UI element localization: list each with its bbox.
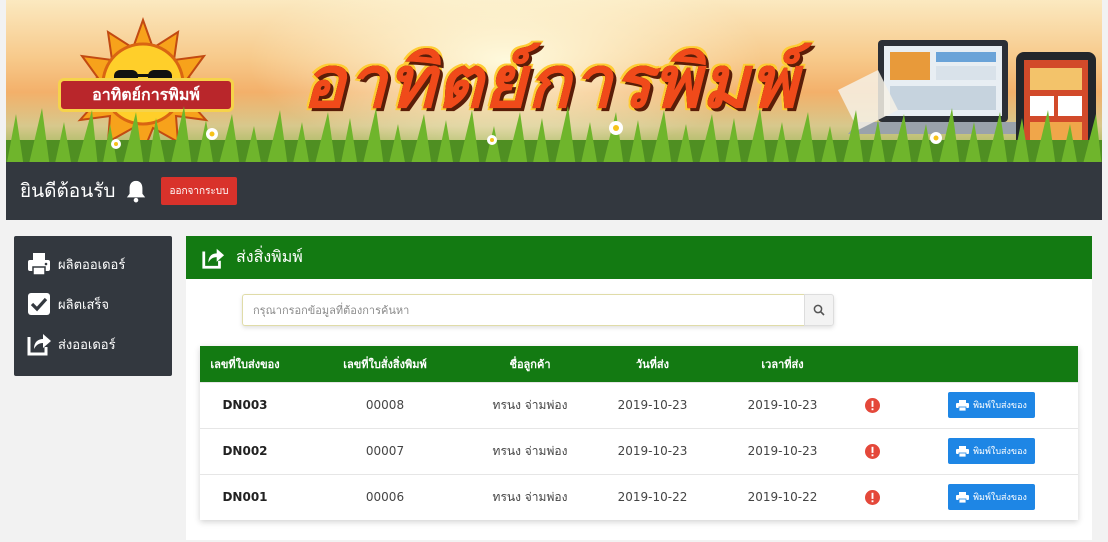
- date-cell: 2019-10-23: [617, 398, 688, 412]
- time-cell: 2019-10-23: [747, 398, 818, 412]
- checkbox-icon: [28, 293, 50, 315]
- delivery-no-cell: DN001: [222, 490, 268, 505]
- grass-decoration: [6, 106, 1102, 168]
- bell-icon[interactable]: [125, 179, 147, 203]
- share-icon: [202, 248, 225, 269]
- header-banner: อาทิตย์การพิมพ์ อาทิตย์การพิมพ์: [6, 0, 1102, 168]
- delivery-no-cell: DN003: [222, 398, 268, 412]
- print-icon: [956, 399, 970, 411]
- logout-button[interactable]: ออกจากระบบ: [161, 177, 237, 205]
- info-cell: [840, 382, 905, 428]
- action-cell: พิมพ์ใบส่งของ: [905, 474, 1078, 520]
- customer-cell: ทรนง จ่ามพ่อง: [492, 397, 568, 412]
- table-row: DN001 00006 ทรนง จ่ามพ่อง 2019-10-22 201…: [200, 474, 1078, 520]
- sidebar-item-send-order[interactable]: ส่งออเดอร์: [14, 324, 172, 364]
- customer-cell: ทรนง จ่ามพ่อง: [492, 489, 568, 504]
- search-input[interactable]: [242, 294, 804, 326]
- sidebar-item-label: ผลิตเสร็จ: [58, 297, 110, 313]
- info-cell: [840, 474, 905, 520]
- time-cell: 2019-10-22: [747, 490, 818, 505]
- customer-cell: ทรนง จ่ามพ่อง: [492, 443, 568, 458]
- search-bar: [242, 294, 834, 326]
- delivery-table: เลขที่ใบส่งของ เลขที่ใบสั่งสิ่งพิมพ์ ชื่…: [200, 346, 1078, 520]
- table-row: DN002 00007 ทรนง จ่ามพ่อง 2019-10-23 201…: [200, 428, 1078, 474]
- top-bar: ยินดีต้อนรับ ออกจากระบบ: [6, 162, 1102, 220]
- order-no-cell: 00006: [365, 490, 405, 505]
- print-button-label: พิมพ์ใบส่งของ: [973, 447, 1027, 457]
- sidebar-item-label: ผลิตออเดอร์: [58, 257, 126, 273]
- search-icon: [813, 304, 825, 316]
- column-header: วันที่ส่ง: [635, 357, 670, 371]
- sidebar-item-produce-order[interactable]: ผลิตออเดอร์: [14, 244, 172, 284]
- column-header: เลขที่ใบสั่งสิ่งพิมพ์: [343, 357, 427, 371]
- column-header: เลขที่ใบส่งของ: [210, 357, 280, 371]
- column-header: เวลาที่ส่ง: [761, 357, 804, 371]
- print-button-label: พิมพ์ใบส่งของ: [973, 401, 1027, 411]
- print-delivery-button[interactable]: พิมพ์ใบส่งของ: [948, 438, 1035, 464]
- sidebar-item-label: ส่งออเดอร์: [58, 337, 116, 353]
- info-icon[interactable]: [865, 489, 880, 505]
- panel-title: ส่งสิ่งพิมพ์: [236, 247, 303, 266]
- share-icon: [27, 334, 51, 356]
- print-icon: [956, 491, 970, 503]
- welcome-text: ยินดีต้อนรับ: [20, 180, 116, 202]
- search-button[interactable]: [804, 294, 834, 326]
- info-icon[interactable]: [865, 397, 880, 413]
- table-header-row: เลขที่ใบส่งของ เลขที่ใบสั่งสิ่งพิมพ์ ชื่…: [200, 346, 1078, 382]
- time-cell: 2019-10-23: [747, 444, 818, 458]
- print-delivery-button[interactable]: พิมพ์ใบส่งของ: [948, 392, 1035, 418]
- delivery-no-cell: DN002: [222, 444, 268, 458]
- column-header-empty: [905, 346, 1078, 382]
- info-icon[interactable]: [865, 443, 880, 459]
- column-header-empty: [840, 346, 905, 382]
- date-cell: 2019-10-22: [617, 490, 688, 505]
- sidebar: ผลิตออเดอร์ ผลิตเสร็จ ส่งออเดอร์: [14, 236, 172, 376]
- print-button-label: พิมพ์ใบส่งของ: [973, 493, 1027, 504]
- printer-icon: [28, 253, 50, 276]
- order-no-cell: 00007: [365, 444, 405, 458]
- info-cell: [840, 428, 905, 474]
- action-cell: พิมพ์ใบส่งของ: [905, 382, 1078, 428]
- sidebar-item-produced[interactable]: ผลิตเสร็จ: [14, 284, 172, 324]
- order-no-cell: 00008: [365, 398, 405, 412]
- main-panel: ส่งสิ่งพิมพ์ เลขที่ใบส่งของ เลขที่ใบสั่ง…: [186, 236, 1092, 540]
- print-delivery-button[interactable]: พิมพ์ใบส่งของ: [948, 484, 1035, 511]
- date-cell: 2019-10-23: [617, 444, 688, 458]
- column-header: ชื่อลูกค้า: [509, 357, 551, 371]
- action-cell: พิมพ์ใบส่งของ: [905, 428, 1078, 474]
- print-icon: [956, 445, 970, 457]
- table-row: DN003 00008 ทรนง จ่ามพ่อง 2019-10-23 201…: [200, 382, 1078, 428]
- panel-header: ส่งสิ่งพิมพ์: [186, 236, 1092, 279]
